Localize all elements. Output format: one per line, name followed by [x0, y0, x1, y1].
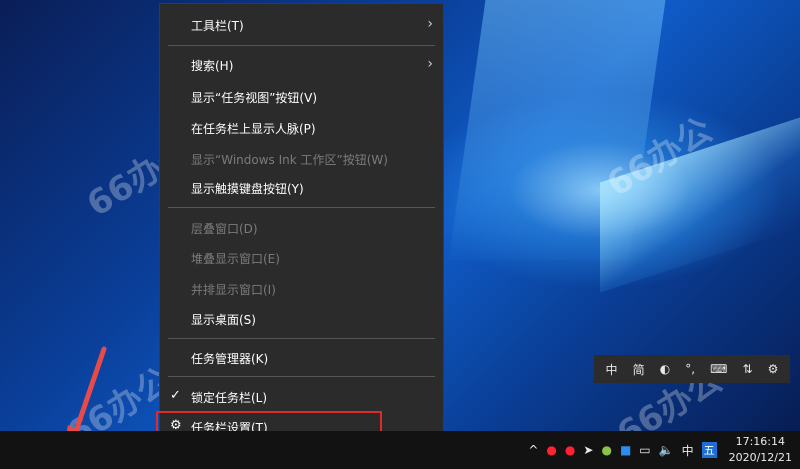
moon-icon[interactable]: ◐: [660, 362, 670, 376]
menu-item-show-task-view[interactable]: 显示“任务视图”按钮(V): [160, 84, 443, 110]
input-language-indicator[interactable]: 中: [682, 442, 694, 459]
shield-icon[interactable]: ■: [620, 443, 631, 457]
keyboard-icon[interactable]: ⌨: [710, 362, 727, 376]
paper-plane-icon[interactable]: ➤: [583, 443, 593, 457]
green-app-icon[interactable]: ●: [601, 443, 611, 457]
menu-item-label: 并排显示窗口(I): [191, 282, 276, 297]
checkmark-icon: ✓: [170, 388, 181, 403]
menu-separator: [168, 207, 435, 208]
ime-simplified-toggle[interactable]: 简: [633, 361, 645, 378]
menu-item-cascade: 层叠窗口(D): [160, 215, 443, 241]
menu-separator: [168, 45, 435, 46]
menu-item-label: 锁定任务栏(L): [191, 390, 268, 405]
clock[interactable]: 17:16:14 2020/12/21: [729, 434, 792, 466]
network-icon[interactable]: ▭: [639, 443, 650, 457]
menu-item-label: 堆叠显示窗口(E): [191, 251, 280, 266]
qq-icon[interactable]: ●: [546, 443, 556, 457]
menu-item-label: 显示桌面(S): [191, 312, 256, 327]
menu-separator: [168, 338, 435, 339]
gear-icon[interactable]: ⚙: [768, 362, 779, 376]
menu-item-toolbars[interactable]: 工具栏(T) ›: [160, 12, 443, 38]
menu-item-task-manager[interactable]: 任务管理器(K): [160, 345, 443, 371]
taskbar-context-menu: 工具栏(T) › 搜索(H) › 显示“任务视图”按钮(V) 在任务栏上显示人脉…: [159, 3, 444, 447]
menu-item-lock-taskbar[interactable]: ✓ 锁定任务栏(L): [160, 384, 443, 410]
clock-date: 2020/12/21: [728, 451, 792, 464]
chevron-right-icon: ›: [427, 56, 433, 72]
menu-item-label: 任务管理器(K): [191, 351, 269, 366]
volume-icon[interactable]: 🔈: [659, 443, 674, 457]
menu-item-show-people[interactable]: 在任务栏上显示人脉(P): [160, 115, 443, 141]
menu-item-label: 在任务栏上显示人脉(P): [191, 121, 316, 136]
ime-toolbar: 中 简 ◐ °, ⌨ ⇅ ⚙: [594, 355, 790, 383]
ime-punctuation-toggle[interactable]: °,: [685, 362, 695, 376]
menu-item-side-by-side: 并排显示窗口(I): [160, 276, 443, 302]
menu-item-touch-keyboard[interactable]: 显示触摸键盘按钮(Y): [160, 175, 443, 201]
menu-item-windows-ink: 显示“Windows Ink 工作区”按钮(W): [160, 146, 443, 172]
menu-item-label: 显示“Windows Ink 工作区”按钮(W): [191, 152, 388, 167]
menu-item-label: 搜索(H): [191, 58, 234, 73]
menu-item-show-desktop[interactable]: 显示桌面(S): [160, 306, 443, 332]
chevron-right-icon: ›: [427, 16, 433, 32]
menu-item-label: 显示触摸键盘按钮(Y): [191, 181, 304, 196]
ime-badge[interactable]: 五: [701, 442, 717, 458]
clock-time: 17:16:14: [735, 435, 785, 448]
qq-icon[interactable]: ●: [565, 443, 575, 457]
system-tray: ^ ● ● ➤ ● ■ ▭ 🔈 中 五 17:16:14 2020/12/21: [524, 431, 792, 469]
menu-separator: [168, 376, 435, 377]
toolbox-icon[interactable]: ⇅: [743, 362, 753, 376]
menu-item-label: 显示“任务视图”按钮(V): [191, 90, 318, 105]
chevron-up-icon[interactable]: ^: [528, 443, 538, 457]
menu-item-label: 层叠窗口(D): [191, 221, 258, 236]
menu-item-search[interactable]: 搜索(H) ›: [160, 52, 443, 78]
menu-item-stacked: 堆叠显示窗口(E): [160, 245, 443, 271]
menu-item-label: 工具栏(T): [191, 18, 244, 33]
taskbar: ^ ● ● ➤ ● ■ ▭ 🔈 中 五 17:16:14 2020/12/21: [0, 431, 800, 469]
ime-chinese-toggle[interactable]: 中: [606, 361, 618, 378]
